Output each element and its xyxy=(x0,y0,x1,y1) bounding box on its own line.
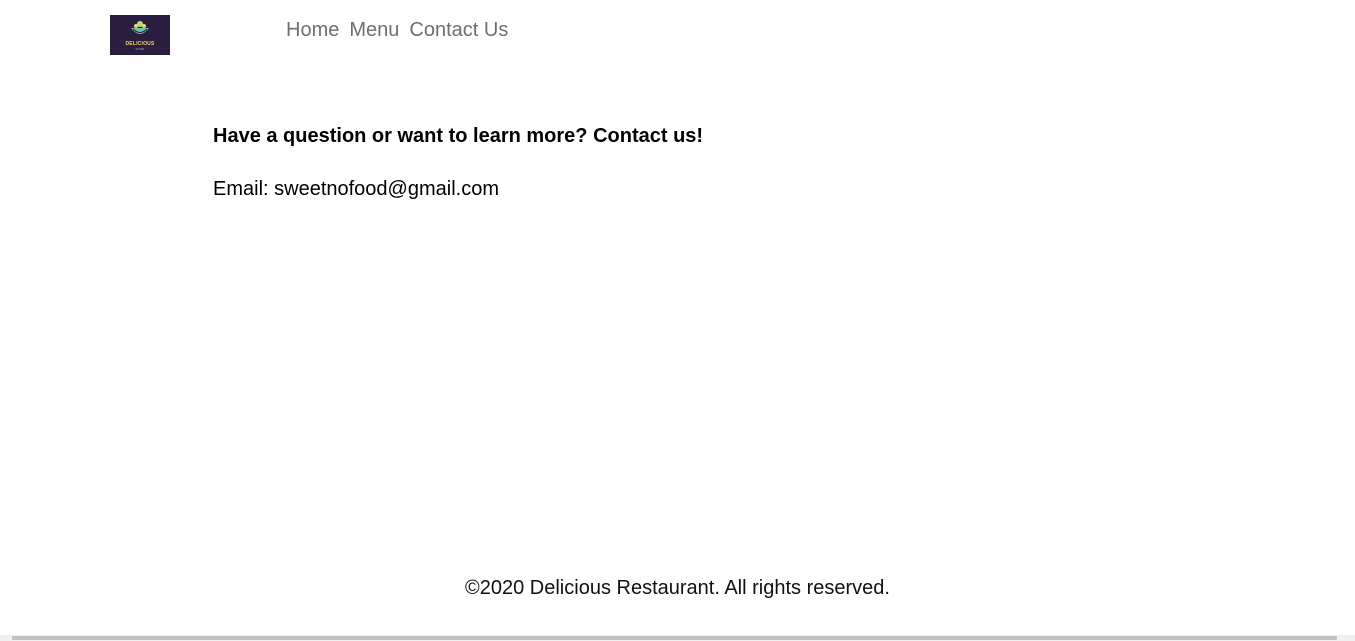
nav-contact-us-link[interactable]: Contact Us xyxy=(409,19,508,42)
contact-heading: Have a question or want to learn more? C… xyxy=(213,125,704,147)
logo-subtext: FOOD xyxy=(135,47,145,51)
nav-menu-link[interactable]: Menu xyxy=(349,19,399,42)
footer-copyright: ©2020 Delicious Restaurant. All rights r… xyxy=(465,577,890,599)
logo[interactable]: DELICIOUS FOOD xyxy=(110,15,170,55)
nav-home-link[interactable]: Home xyxy=(286,19,339,42)
contact-email: Email: sweetnofood@gmail.com xyxy=(213,178,499,200)
horizontal-scrollbar[interactable] xyxy=(0,635,1355,641)
main-nav: Home Menu Contact Us xyxy=(286,19,508,42)
scrollbar-thumb[interactable] xyxy=(12,636,1337,640)
